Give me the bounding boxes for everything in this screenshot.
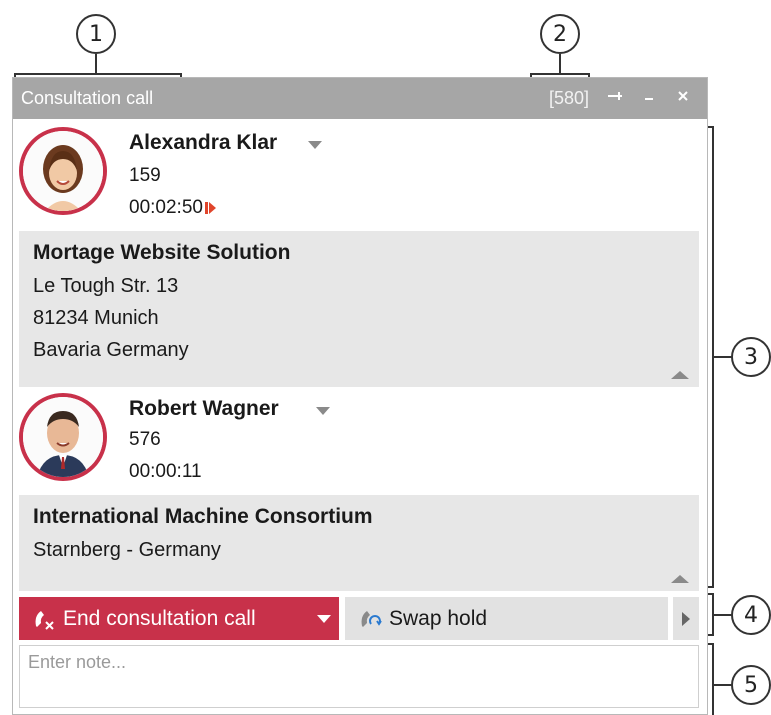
call-duration-value: 00:02:50 <box>129 197 203 218</box>
recording-icon <box>204 201 216 214</box>
action-bar: End consultation call Swap hold <box>19 597 699 640</box>
swap-hold-label: Swap hold <box>389 607 488 630</box>
company-name: Mortage Website Solution <box>33 241 291 264</box>
avatar <box>19 127 107 215</box>
callout-1-stem <box>95 54 97 74</box>
callout-3-stem <box>712 356 732 358</box>
callout-2-stem <box>559 54 561 74</box>
address-line: Starnberg - Germany <box>33 539 221 561</box>
window-title: Consultation call <box>21 88 154 108</box>
callout-5: 5 <box>731 665 771 705</box>
minimize-icon[interactable] <box>637 86 661 110</box>
callout-2-bracket <box>530 73 590 75</box>
callout-1: 1 <box>76 14 116 54</box>
contact-number: 576 <box>129 429 161 450</box>
end-call-phone-icon <box>31 606 57 638</box>
note-input[interactable] <box>19 645 699 708</box>
queue-counter: [580] <box>548 88 589 108</box>
contact-dropdown-icon[interactable] <box>316 407 330 415</box>
contact-info-panel: International Machine Consortium Starnbe… <box>19 495 699 591</box>
callout-4: 4 <box>731 595 771 635</box>
company-name: International Machine Consortium <box>33 505 373 528</box>
contact-card: Robert Wagner 576 00:00:11 International… <box>13 389 707 594</box>
call-duration: 00:00:11 <box>129 461 202 482</box>
callout-2: 2 <box>540 14 580 54</box>
address-line: 81234 Munich <box>33 307 159 329</box>
swap-hold-icon <box>357 606 383 638</box>
avatar <box>19 393 107 481</box>
contact-dropdown-icon[interactable] <box>308 141 322 149</box>
callout-3: 3 <box>731 337 771 377</box>
contact-number: 159 <box>129 165 161 186</box>
contact-name[interactable]: Robert Wagner <box>129 397 279 421</box>
consultation-call-window: Consultation call [580] Alexandra Klar 1… <box>12 77 708 715</box>
pin-icon[interactable] <box>603 86 627 110</box>
close-icon[interactable] <box>671 86 695 110</box>
title-bar[interactable]: Consultation call [580] <box>13 78 707 119</box>
end-call-label: End consultation call <box>63 607 256 630</box>
collapse-icon[interactable] <box>671 371 689 379</box>
call-duration: 00:02:50 <box>129 197 216 219</box>
contact-card: Alexandra Klar 159 00:02:50 Mortage Webs… <box>13 119 707 389</box>
collapse-icon[interactable] <box>671 575 689 583</box>
swap-hold-button[interactable]: Swap hold <box>345 597 668 640</box>
end-consultation-call-button[interactable]: End consultation call <box>19 597 339 640</box>
callout-4-stem <box>712 614 732 616</box>
more-actions-button[interactable] <box>673 597 699 640</box>
chevron-right-icon <box>682 612 690 626</box>
callout-5-stem <box>712 684 732 686</box>
address-line: Le Tough Str. 13 <box>33 275 179 297</box>
contact-name[interactable]: Alexandra Klar <box>129 131 277 155</box>
chevron-down-icon[interactable] <box>317 615 331 623</box>
callout-1-bracket <box>14 73 182 75</box>
callout-5-bracket-v <box>712 643 714 715</box>
address-line: Bavaria Germany <box>33 339 189 361</box>
contact-info-panel: Mortage Website Solution Le Tough Str. 1… <box>19 231 699 387</box>
